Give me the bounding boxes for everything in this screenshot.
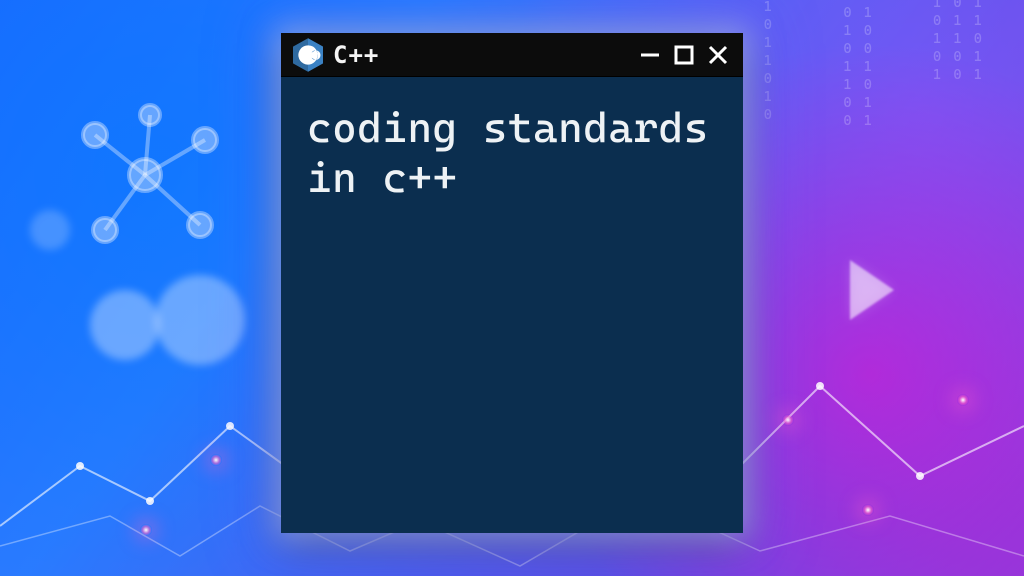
binary-rain: 1 0 1 1 0 1 0 (764, 0, 774, 124)
terminal-text: coding standards in c++ (307, 103, 717, 202)
bokeh-circle (90, 290, 160, 360)
lens-flare (957, 394, 969, 406)
bokeh-circle (30, 210, 70, 250)
molecule-graphic (55, 95, 235, 265)
binary-rain: 1 0 1 0 1 1 1 1 0 0 0 1 1 0 1 (933, 0, 984, 84)
minimize-icon (635, 40, 665, 70)
titlebar[interactable]: C++ (281, 33, 743, 77)
lens-flare (782, 414, 794, 426)
lens-flare (862, 504, 874, 516)
close-icon (703, 40, 733, 70)
close-button[interactable] (703, 40, 733, 70)
lens-flare (140, 524, 152, 536)
maximize-icon (669, 40, 699, 70)
minimize-button[interactable] (635, 40, 665, 70)
window-title: C++ (333, 41, 379, 69)
terminal-window: C++ coding standards in c++ (281, 33, 743, 533)
maximize-button[interactable] (669, 40, 699, 70)
bokeh-circle (155, 275, 245, 365)
binary-rain: 0 1 1 0 0 0 1 1 1 0 0 1 0 1 (843, 4, 874, 130)
lens-flare (210, 454, 222, 466)
window-controls (635, 40, 733, 70)
terminal-body[interactable]: coding standards in c++ (281, 77, 743, 533)
cpp-hexagon-icon (293, 38, 323, 72)
play-icon (850, 260, 894, 320)
